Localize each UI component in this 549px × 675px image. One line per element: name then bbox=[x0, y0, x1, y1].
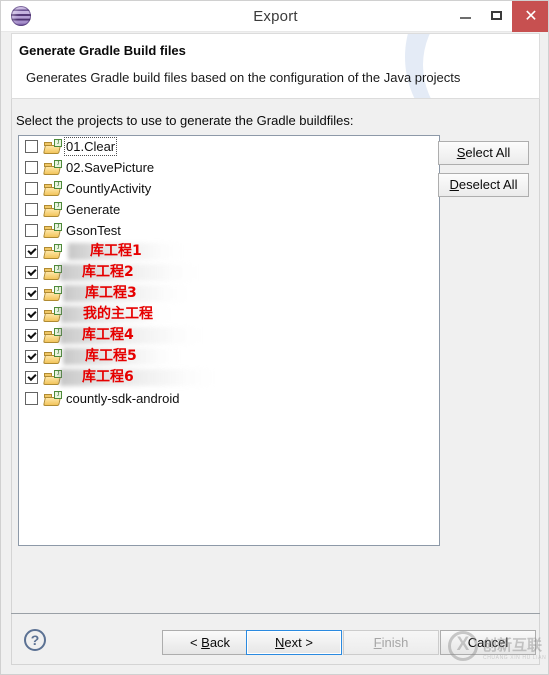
instruction-text-pre: Select the projects to use to bbox=[16, 113, 181, 128]
project-row[interactable]: J 库工程5 bbox=[19, 346, 439, 367]
banner-title: Generate Gradle Build files bbox=[19, 43, 186, 58]
project-checkbox[interactable] bbox=[25, 371, 38, 384]
project-checkbox[interactable] bbox=[25, 224, 38, 237]
project-checkbox[interactable] bbox=[25, 287, 38, 300]
project-label: GsonTest bbox=[66, 223, 121, 238]
java-project-folder-icon: J bbox=[43, 160, 62, 175]
java-project-folder-icon: J bbox=[43, 244, 62, 259]
java-project-folder-icon: J bbox=[43, 349, 62, 364]
deselect-all-mnemonic: D bbox=[449, 177, 459, 192]
project-row[interactable]: J Generate bbox=[19, 199, 439, 220]
select-all-button[interactable]: Select All bbox=[438, 141, 529, 165]
finish-mnemonic: F bbox=[373, 635, 382, 650]
java-project-folder-icon: J bbox=[43, 223, 62, 238]
java-project-folder-icon: J bbox=[43, 370, 62, 385]
back-mnemonic: B bbox=[201, 635, 210, 650]
banner-subtitle: Generates Gradle build files based on th… bbox=[26, 70, 461, 85]
project-checkbox[interactable] bbox=[25, 308, 38, 321]
cancel-button[interactable]: Cancel bbox=[440, 630, 536, 655]
project-checkbox[interactable] bbox=[25, 392, 38, 405]
next-label: ext > bbox=[284, 635, 313, 650]
project-row[interactable]: J 库工程2 bbox=[19, 262, 439, 283]
instruction-text-post: enerate the Gradle buildfiles: bbox=[187, 113, 354, 128]
finish-label: inish bbox=[381, 635, 409, 650]
project-label: CountlyActivity bbox=[66, 181, 152, 196]
project-row[interactable]: J 我的主工程 bbox=[19, 304, 439, 325]
wizard-body: Select the projects to use to generate t… bbox=[11, 99, 540, 613]
project-annotation-label: 库工程6 bbox=[82, 369, 134, 385]
java-project-folder-icon: J bbox=[43, 286, 62, 301]
project-label: 02.SavePicture bbox=[66, 160, 155, 175]
title-bar: Export ✕ bbox=[1, 1, 548, 32]
banner-decoration-inner bbox=[423, 34, 539, 98]
wizard-footer: ? < Back Next > Finish Cancel bbox=[11, 614, 540, 665]
java-project-folder-icon: J bbox=[43, 265, 62, 280]
project-checkbox[interactable] bbox=[25, 203, 38, 216]
close-icon: ✕ bbox=[524, 8, 538, 25]
maximize-button[interactable] bbox=[481, 1, 512, 32]
project-row[interactable]: J 库工程3 bbox=[19, 283, 439, 304]
back-button[interactable]: < Back bbox=[162, 630, 258, 655]
wizard-banner: Generate Gradle Build files Generates Gr… bbox=[11, 33, 540, 99]
project-row[interactable]: Jcountly-sdk-android bbox=[19, 388, 439, 409]
java-project-folder-icon: J bbox=[43, 391, 62, 406]
java-project-folder-icon: J bbox=[43, 181, 62, 196]
project-row[interactable]: J 01.Clear bbox=[19, 136, 439, 157]
instruction-label: Select the projects to use to generate t… bbox=[16, 113, 354, 128]
help-icon[interactable]: ? bbox=[24, 629, 46, 651]
project-row[interactable]: J 库工程6 bbox=[19, 367, 439, 388]
minimize-icon bbox=[460, 17, 471, 19]
project-annotation-label: 库工程3 bbox=[85, 285, 137, 301]
finish-button: Finish bbox=[343, 630, 439, 655]
minimize-button[interactable] bbox=[450, 1, 481, 32]
project-row[interactable]: J 库工程4 bbox=[19, 325, 439, 346]
project-checkbox[interactable] bbox=[25, 140, 38, 153]
project-label: countly-sdk-android bbox=[66, 391, 180, 406]
project-row[interactable]: J CountlyActivity bbox=[19, 178, 439, 199]
close-button[interactable]: ✕ bbox=[512, 1, 548, 32]
maximize-icon bbox=[491, 11, 502, 20]
project-row[interactable]: J 02.SavePicture bbox=[19, 157, 439, 178]
project-row[interactable]: J GsonTest bbox=[19, 220, 439, 241]
back-prefix: < bbox=[189, 635, 202, 650]
back-label: ack bbox=[209, 635, 231, 650]
project-annotation-label: 我的主工程 bbox=[83, 306, 153, 322]
next-mnemonic: N bbox=[275, 635, 285, 650]
project-checkbox[interactable] bbox=[25, 329, 38, 342]
select-all-label: elect All bbox=[465, 145, 511, 160]
project-annotation-label: 库工程4 bbox=[82, 327, 134, 343]
next-button[interactable]: Next > bbox=[246, 630, 342, 655]
deselect-all-button[interactable]: Deselect All bbox=[438, 173, 529, 197]
export-wizard-dialog: Export ✕ Generate Gradle Build files Gen… bbox=[0, 0, 549, 675]
project-list[interactable]: J 01.Clear J 02.SavePicture J CountlyActivity… bbox=[18, 135, 440, 546]
project-annotation-label: 库工程1 bbox=[90, 243, 142, 259]
project-checkbox[interactable] bbox=[25, 182, 38, 195]
project-checkbox[interactable] bbox=[25, 245, 38, 258]
project-annotation-label: 库工程5 bbox=[85, 348, 137, 364]
deselect-all-label: eselect All bbox=[458, 177, 518, 192]
project-checkbox[interactable] bbox=[25, 161, 38, 174]
java-project-folder-icon: J bbox=[43, 307, 62, 322]
java-project-folder-icon: J bbox=[43, 139, 62, 154]
java-project-folder-icon: J bbox=[43, 202, 62, 217]
project-checkbox[interactable] bbox=[25, 266, 38, 279]
project-checkbox[interactable] bbox=[25, 350, 38, 363]
project-annotation-label: 库工程2 bbox=[82, 264, 134, 280]
java-project-folder-icon: J bbox=[43, 328, 62, 343]
project-label: 01.Clear bbox=[63, 137, 118, 156]
project-label: Generate bbox=[66, 202, 121, 217]
project-row[interactable]: J 库工程1 bbox=[19, 241, 439, 262]
